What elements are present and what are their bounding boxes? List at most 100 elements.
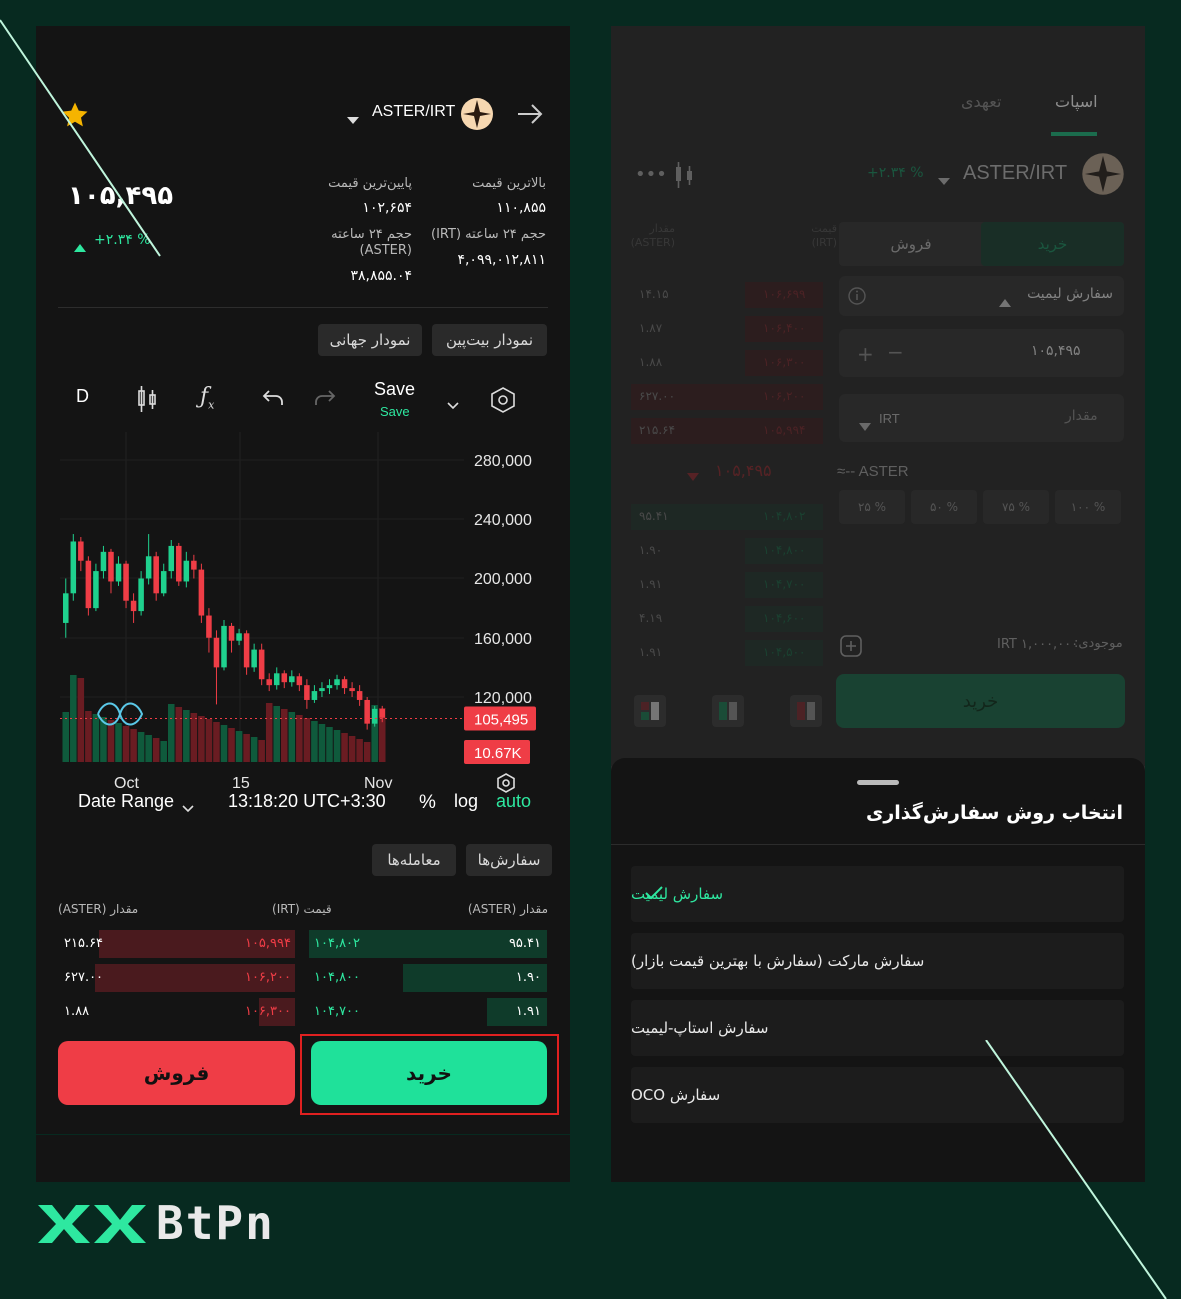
candle-body [108, 551, 114, 582]
option-market[interactable]: سفارش مارکت (سفارش با بهترین قیمت بازار) [631, 933, 1124, 989]
tab-trades[interactable]: معامله‌ها [372, 844, 456, 876]
candle-body [168, 545, 175, 572]
tab-global-chart[interactable]: نمودار جهانی [318, 324, 422, 356]
candle-body [130, 600, 137, 612]
book-buy-amount[interactable]: ۹۵.۴۱ [509, 936, 541, 951]
high-value: ۱۱۰,۸۵۵ [496, 200, 546, 216]
sheet-handle[interactable] [857, 780, 899, 785]
candle-body [123, 563, 129, 601]
candle-body [228, 625, 235, 641]
candle-body [273, 673, 280, 686]
book-sell-amount[interactable]: ۶۲۷.۰۰ [64, 970, 103, 985]
price-chart[interactable]: 280,000 240,000 200,000 160,000 120,000 105,4… [36, 426, 570, 806]
volume-bar [341, 733, 348, 762]
pair-dropdown-icon[interactable] [346, 110, 360, 129]
book-buy-amount[interactable]: ۱.۹۱ [516, 1004, 541, 1019]
y-tick-label: 200,000 [474, 571, 532, 588]
candle-body [311, 691, 318, 700]
tab-orders[interactable]: سفارش‌ها [466, 844, 552, 876]
candle-body [198, 569, 205, 616]
percent-toggle[interactable]: % [419, 792, 436, 814]
left-screen: ASTER/IRT ۱۰۵,۴۹۵ +۲.۳۴ % بالاترین قیمت … [36, 26, 570, 1182]
vol-irt-label: حجم ۲۴ ساعته (IRT) [431, 227, 546, 242]
book-buy-price[interactable]: ۱۰۴,۸۰۲ [314, 936, 360, 951]
option-oco[interactable]: سفارش OCO [631, 1067, 1124, 1123]
brand-mark-icon [38, 1205, 146, 1243]
book-buy-price[interactable]: ۱۰۴,۷۰۰ [314, 1004, 360, 1019]
back-arrow-icon[interactable] [516, 102, 544, 130]
candle-body [213, 637, 220, 668]
volume-bar [281, 709, 288, 762]
candle-body [364, 699, 370, 724]
volume-bar [205, 719, 213, 762]
volume-bar [160, 741, 167, 762]
candle-body [296, 676, 303, 686]
right-screen: اسپات تعهدی ASTER/IRT +۲.۳۴ % ••• خرید ف… [611, 26, 1145, 1182]
candle-body [236, 633, 242, 641]
clock-time[interactable]: 13:18:20 UTC+3:30 [228, 791, 386, 812]
modal-backdrop[interactable] [611, 26, 1145, 766]
volume-bar [296, 715, 303, 762]
tab-bitpin-chart[interactable]: نمودار بیت‌پین [432, 324, 547, 356]
log-toggle[interactable]: log [454, 791, 478, 812]
x-tick-label: Oct [114, 775, 139, 792]
price-change: +۲.۳۴ % [94, 232, 151, 248]
sell-button[interactable]: فروش [58, 1041, 295, 1105]
order-type-sheet: انتخاب روش سفارش‌گذاری سفارش لیمیت سفارش… [611, 758, 1145, 1182]
book-sell-amount[interactable]: ۱.۸۸ [64, 1004, 89, 1019]
candle-body [266, 679, 272, 686]
option-stop-limit[interactable]: سفارش استاپ-لیمیت [631, 1000, 1124, 1056]
volume-bar [326, 727, 333, 762]
volume-bar [130, 729, 137, 762]
book-buy-price[interactable]: ۱۰۴,۸۰۰ [314, 970, 360, 985]
candles-icon[interactable] [136, 385, 158, 417]
sheet-divider [611, 844, 1145, 845]
y-tick-label: 160,000 [474, 631, 532, 648]
candle-body [145, 556, 152, 579]
auto-toggle[interactable]: auto [496, 791, 531, 812]
book-buy-amount[interactable]: ۱.۹۰ [516, 970, 541, 985]
undo-icon[interactable] [262, 388, 284, 412]
volume-bar [311, 721, 318, 762]
date-range-button[interactable]: Date Range [78, 791, 174, 812]
last-price-label: 105,495 [474, 711, 528, 728]
low-label: پایین‌ترین قیمت [328, 176, 412, 191]
book-sell-amount[interactable]: ۲۱۵.۶۴ [64, 936, 103, 951]
vol-irt-value: ۴,۰۹۹,۰۱۲,۸۱۱ [457, 252, 546, 268]
axis-settings-icon [497, 773, 515, 793]
date-range-chevron-icon[interactable] [182, 798, 194, 817]
redo-icon[interactable] [314, 388, 336, 412]
interval-button[interactable]: D [76, 386, 89, 407]
settings-hex-icon[interactable] [488, 385, 518, 419]
candle-body [304, 685, 310, 700]
aster-logo-icon [460, 97, 494, 135]
candle-body [138, 578, 144, 612]
save-dropdown-icon[interactable] [446, 396, 460, 415]
volume-bar [348, 736, 356, 762]
volume-label: 10.67K [474, 745, 522, 762]
book-sell-price[interactable]: ۱۰۶,۳۰۰ [245, 1004, 291, 1019]
volume-bar [115, 723, 122, 762]
book-sell-price[interactable]: ۱۰۵,۹۹۴ [245, 936, 291, 951]
candle-body [289, 676, 295, 683]
indicators-fx-icon[interactable]: ƒx [200, 384, 214, 411]
volume-bar [333, 730, 341, 762]
book-sell-price[interactable]: ۱۰۶,۲۰۰ [245, 970, 291, 985]
save-button[interactable]: Save [374, 379, 415, 400]
candle-body [326, 685, 333, 689]
buy-button[interactable]: خرید [311, 1041, 547, 1105]
candle-body [349, 688, 355, 692]
volume-bar [303, 718, 311, 762]
volume-bar [220, 725, 228, 762]
candle-body [341, 679, 348, 689]
x-tick-label: 15 [232, 775, 250, 792]
vol-aster-label: حجم ۲۴ ساعته (ASTER) [331, 227, 412, 258]
favorite-star-icon[interactable] [60, 100, 90, 134]
volume-bar [62, 712, 70, 762]
candle-body [63, 593, 69, 623]
volume-bar [318, 724, 326, 762]
volume-bar [183, 710, 190, 762]
pair-name[interactable]: ASTER/IRT [372, 103, 455, 121]
vol-aster-value: ۳۸,۸۵۵.۰۴ [350, 268, 412, 284]
option-limit[interactable]: سفارش لیمیت [631, 866, 1124, 922]
